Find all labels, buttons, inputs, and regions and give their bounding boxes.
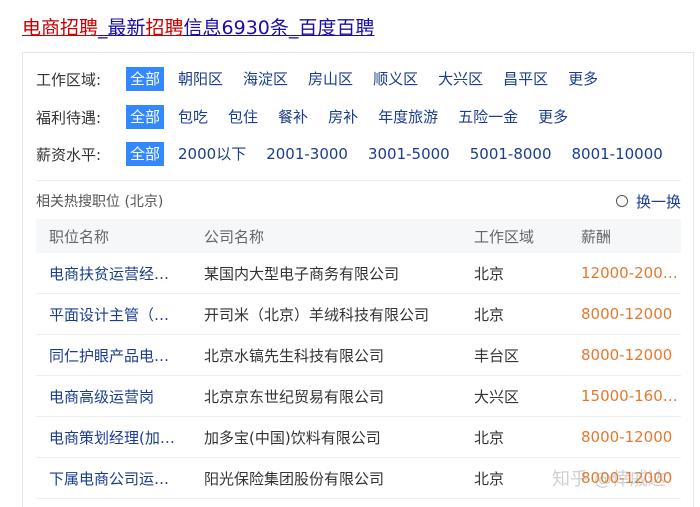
title-keyword: 电商招聘 (22, 17, 99, 39)
job-salary: 8000-12000 (581, 305, 673, 323)
filter-benefits-all[interactable]: 全部 (126, 105, 165, 129)
table-row[interactable]: 电商扶贫运营经… 某国内大型电子商务有限公司 北京 12000-200… (36, 253, 681, 294)
job-area: 北京 (474, 264, 505, 283)
filter-benefits-annual-trip[interactable]: 年度旅游 (378, 105, 438, 129)
hot-jobs-header: 相关热搜职位 (北京) 换一换 (36, 189, 681, 213)
job-search-card: 工作区域: 全部 朝阳区 海淀区 房山区 顺义区 大兴区 昌平区 更多 福利待遇… (22, 52, 694, 507)
filter-area-all[interactable]: 全部 (126, 67, 165, 91)
job-area: 北京 (474, 428, 505, 447)
filter-area-more[interactable]: 更多 (568, 67, 598, 91)
filter-benefits: 福利待遇: 全部 包吃 包住 餐补 房补 年度旅游 五险一金 更多 (36, 105, 588, 129)
filter-area-fangshan[interactable]: 房山区 (308, 67, 353, 91)
company-name: 阳光保险集团股份有限公司 (204, 469, 385, 488)
filter-salary-2001-3000[interactable]: 2001-3000 (266, 142, 348, 166)
title-keyword-2: 招聘 (145, 17, 184, 39)
job-area: 大兴区 (474, 387, 520, 406)
header-salary: 薪酬 (581, 227, 612, 246)
header-company: 公司名称 (204, 227, 265, 246)
title-segment: _最新 (98, 17, 146, 39)
hot-jobs-title: 相关热搜职位 (北京) (36, 194, 164, 210)
table-row[interactable]: 同仁护眼产品电… 北京水镐先生科技有限公司 丰台区 8000-12000 (36, 335, 681, 376)
filter-benefits-housing[interactable]: 包住 (228, 105, 258, 129)
refresh-icon (615, 195, 628, 207)
job-area: 丰台区 (474, 346, 520, 365)
filter-benefits-meals[interactable]: 包吃 (178, 105, 208, 129)
job-title-link[interactable]: 平面设计主管（… (36, 304, 204, 325)
job-salary: 12000-200… (581, 264, 678, 282)
filter-area-shunyi[interactable]: 顺义区 (373, 67, 418, 91)
table-row[interactable]: 电商高级运营岗 北京京东世纪贸易有限公司 大兴区 15000-160… (36, 376, 681, 417)
table-row[interactable]: 平面设计主管（… 开司米（北京）羊绒科技有限公司 北京 8000-12000 (36, 294, 681, 335)
watermark: 知乎 @倖戚达 (552, 469, 666, 490)
company-name: 某国内大型电子商务有限公司 (204, 264, 400, 283)
company-name: 北京水镐先生科技有限公司 (204, 346, 385, 365)
filter-salary-5001-8000[interactable]: 5001-8000 (470, 142, 552, 166)
filter-area-label: 工作区域: (36, 70, 102, 89)
refresh-button[interactable]: 换一换 (615, 191, 681, 212)
table-row[interactable]: 电商策划经理(加… 加多宝(中国)饮料有限公司 北京 8000-12000 (36, 417, 681, 458)
filter-salary-under-2000[interactable]: 2000以下 (178, 142, 246, 166)
title-rest: 信息6930条_百度百聘 (183, 17, 375, 39)
job-title-link[interactable]: 同仁护眼产品电… (36, 345, 204, 366)
header-job-title: 职位名称 (49, 227, 110, 246)
filter-benefits-meal-allowance[interactable]: 餐补 (278, 105, 308, 129)
filter-salary-8001-10000[interactable]: 8001-10000 (572, 142, 663, 166)
job-salary: 8000-12000 (581, 346, 673, 364)
filter-benefits-housing-allowance[interactable]: 房补 (328, 105, 358, 129)
divider (36, 180, 681, 181)
job-title-link[interactable]: 电商扶贫运营经… (36, 263, 204, 284)
refresh-label: 换一换 (635, 192, 681, 211)
job-salary: 8000-12000 (581, 428, 673, 446)
filter-area-changping[interactable]: 昌平区 (503, 67, 548, 91)
header-area: 工作区域 (474, 227, 535, 246)
filter-benefits-label: 福利待遇: (36, 108, 102, 127)
job-area: 北京 (474, 305, 505, 324)
company-name: 北京京东世纪贸易有限公司 (204, 387, 385, 406)
job-title-link[interactable]: 电商策划经理(加… (36, 427, 204, 448)
page-title[interactable]: 电商招聘_最新招聘信息6930条_百度百聘 (22, 14, 374, 42)
table-header: 职位名称 公司名称 工作区域 薪酬 (36, 219, 681, 253)
job-title-link[interactable]: 电商高级运营岗 (36, 386, 204, 407)
filter-salary-label: 薪资水平: (36, 145, 102, 164)
filter-area: 工作区域: 全部 朝阳区 海淀区 房山区 顺义区 大兴区 昌平区 更多 (36, 67, 618, 91)
company-name: 加多宝(中国)饮料有限公司 (204, 428, 381, 447)
filter-salary-3001-5000[interactable]: 3001-5000 (368, 142, 450, 166)
filter-area-haidian[interactable]: 海淀区 (243, 67, 288, 91)
filter-area-daxing[interactable]: 大兴区 (438, 67, 483, 91)
job-salary: 15000-160… (581, 387, 678, 405)
filter-benefits-more[interactable]: 更多 (538, 105, 568, 129)
filter-area-chaoyang[interactable]: 朝阳区 (178, 67, 223, 91)
filter-salary: 薪资水平: 全部 2000以下 2001-3000 3001-5000 5001… (36, 142, 683, 166)
company-name: 开司米（北京）羊绒科技有限公司 (204, 305, 430, 324)
job-title-link[interactable]: 下属电商公司运… (36, 468, 204, 489)
filter-benefits-insurance[interactable]: 五险一金 (458, 105, 518, 129)
filter-salary-all[interactable]: 全部 (126, 142, 165, 166)
